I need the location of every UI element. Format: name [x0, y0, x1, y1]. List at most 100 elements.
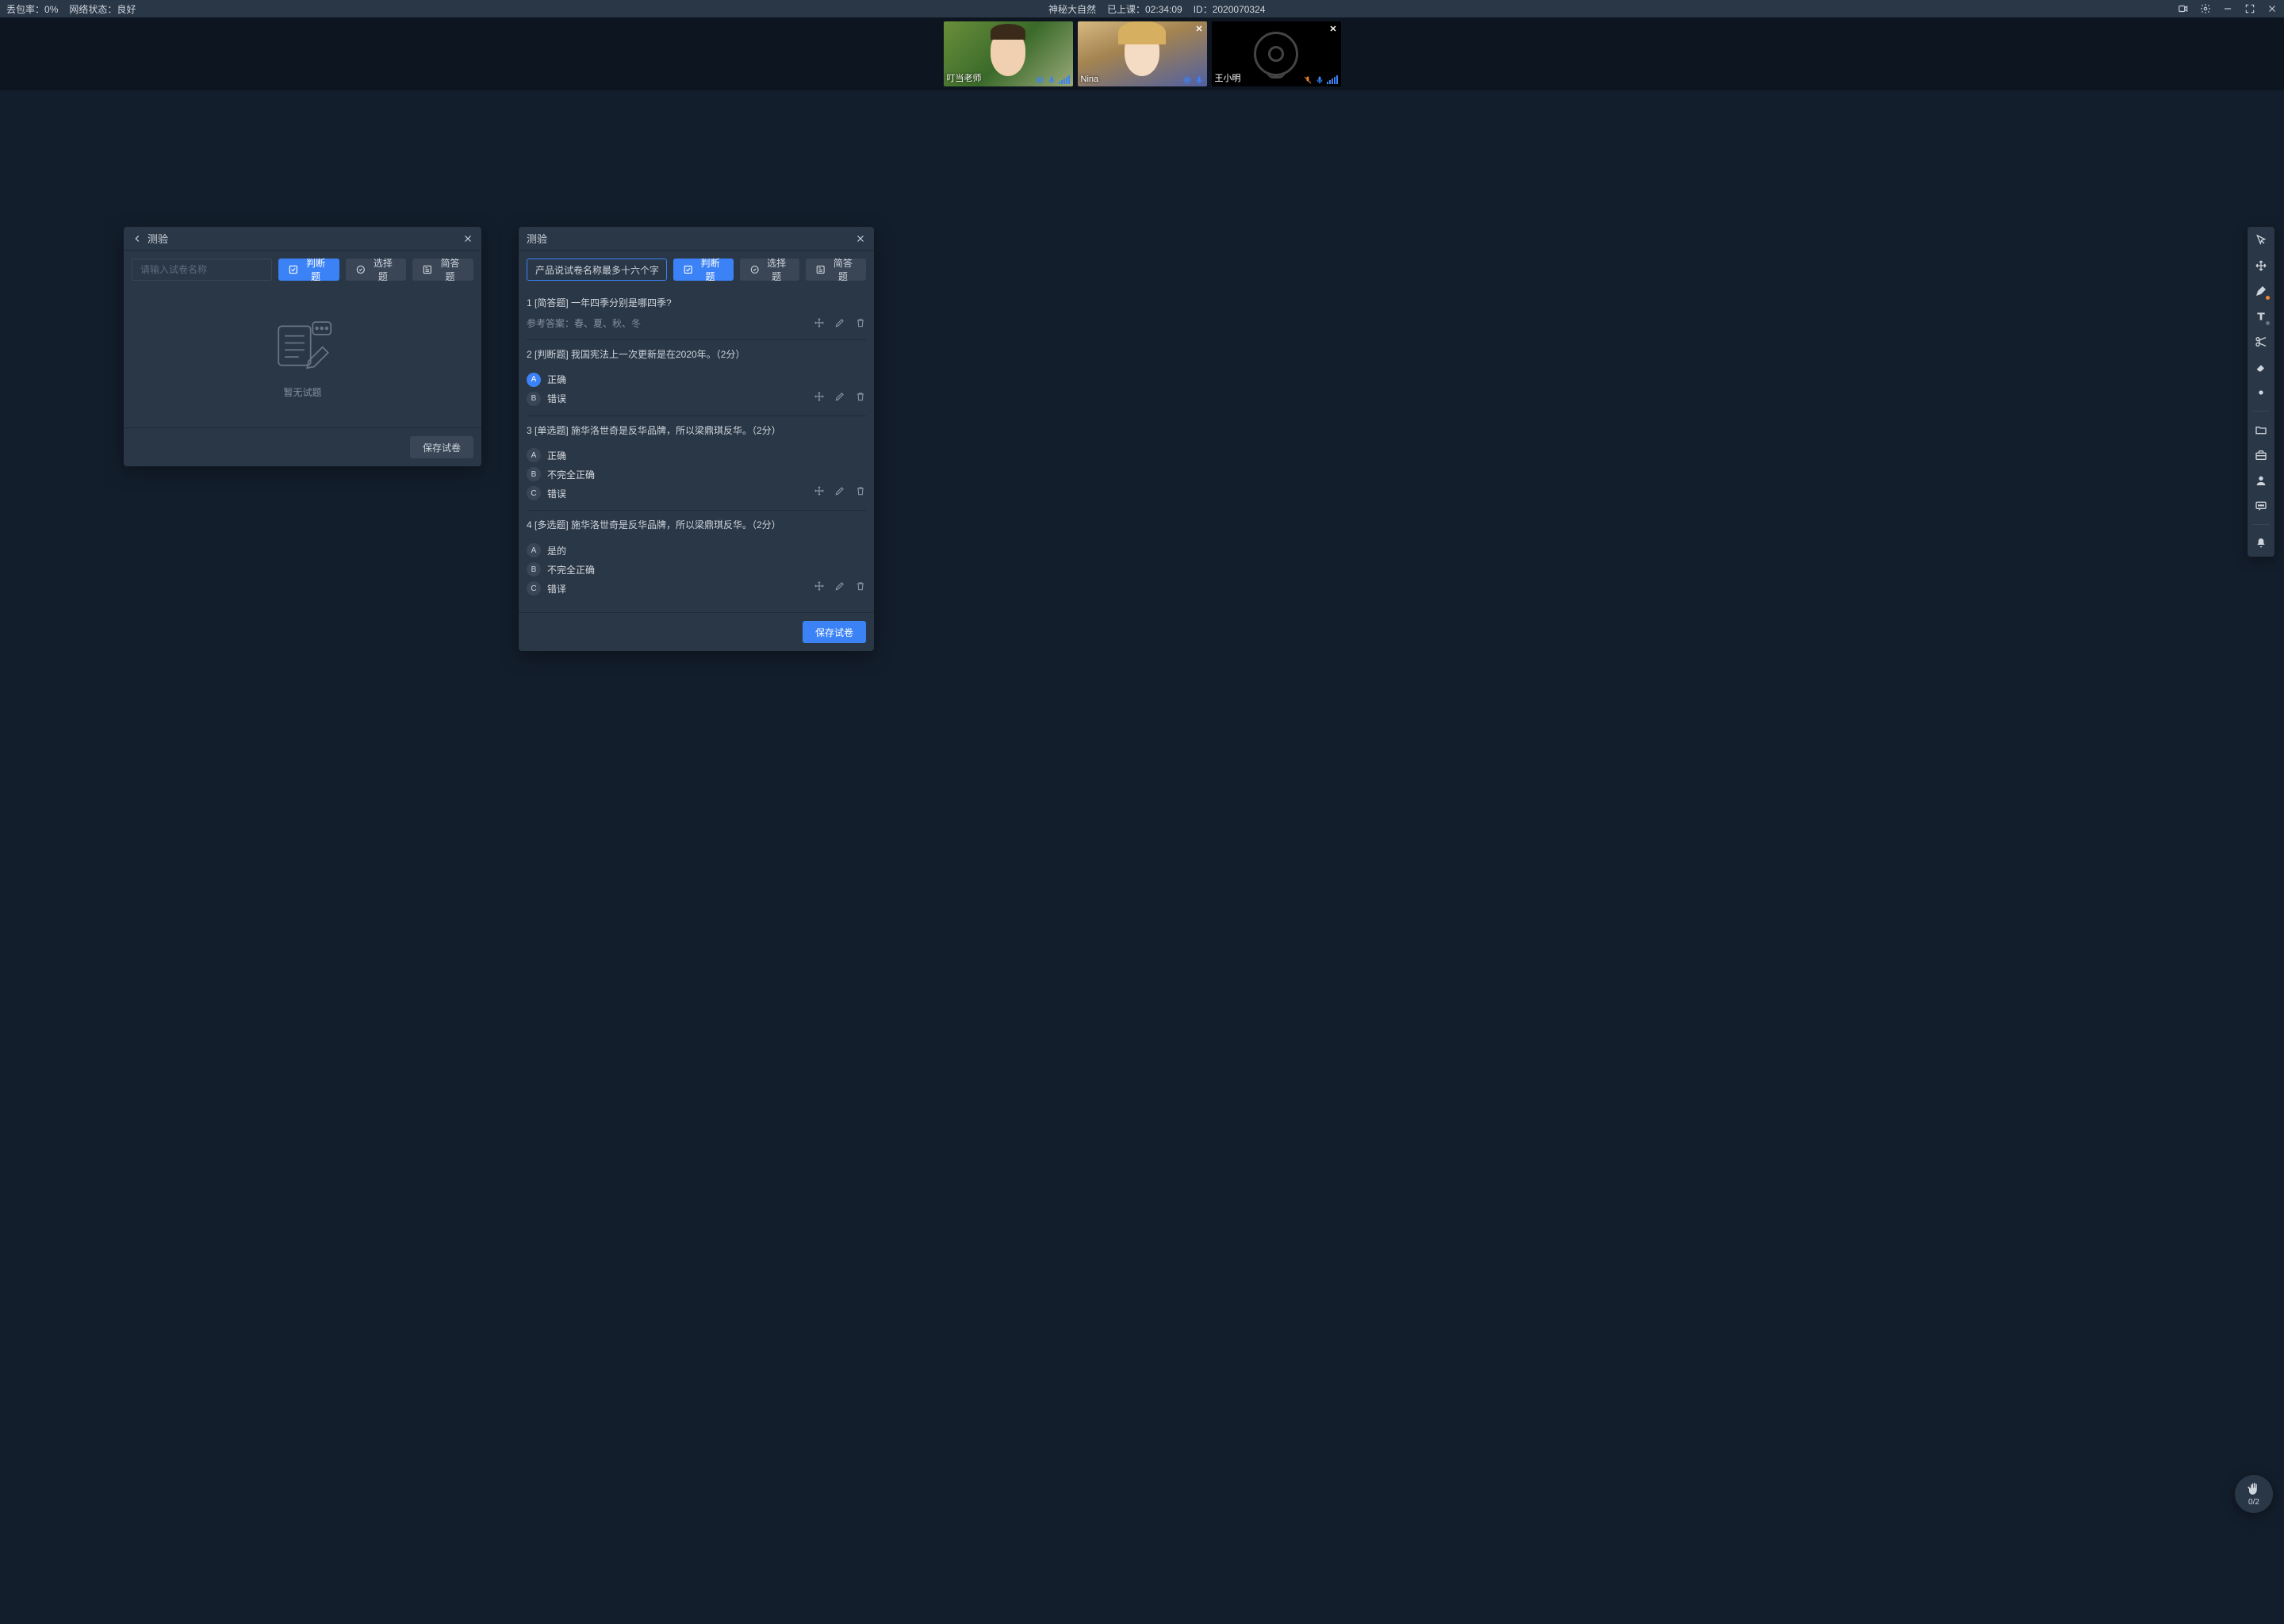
panel-title: 测验	[148, 231, 462, 246]
video-tile-teacher[interactable]: 叮当老师	[944, 21, 1073, 86]
mic-icon	[1047, 75, 1056, 84]
quiz-panel-filled: 测验 判断题 选择题 简答题 1 [简答题] 一年四季分别是哪四季?参考答案：春…	[519, 227, 874, 651]
edit-icon[interactable]	[834, 580, 845, 592]
save-quiz-button[interactable]: 保存试卷	[410, 436, 473, 458]
bell-icon[interactable]	[2254, 536, 2268, 550]
question-title: 1 [简答题] 一年四季分别是哪四季?	[527, 297, 866, 310]
minimize-icon[interactable]	[2222, 3, 2233, 14]
choice-type-button[interactable]: 选择题	[346, 259, 407, 281]
question-option[interactable]: B 不完全正确	[527, 467, 595, 481]
panel-close-icon[interactable]	[855, 233, 866, 244]
option-badge: B	[527, 562, 541, 576]
quiz-panel-empty: 测验 判断题 选择题 简答题 暂无试题 保存试卷	[124, 227, 481, 466]
signal-icon	[1327, 75, 1338, 84]
user-icon[interactable]	[2254, 473, 2268, 488]
video-name: 叮当老师	[947, 71, 982, 84]
option-text: 正确	[547, 449, 566, 462]
delete-icon[interactable]	[855, 391, 866, 402]
network-status: 网络状态：良好	[69, 2, 136, 16]
signal-icon	[1059, 75, 1070, 84]
packet-loss: 丢包率：0%	[6, 2, 58, 16]
option-badge: A	[527, 543, 541, 557]
option-badge: B	[527, 392, 541, 406]
question-item: 1 [简答题] 一年四季分别是哪四季?参考答案：春、夏、秋、冬	[527, 289, 866, 340]
close-icon[interactable]	[2267, 3, 2278, 14]
empty-state: 暂无试题	[124, 289, 481, 427]
toolbox-icon[interactable]	[2254, 448, 2268, 462]
video-name: Nina	[1081, 75, 1099, 84]
back-icon[interactable]	[132, 233, 143, 244]
delete-icon[interactable]	[855, 580, 866, 592]
option-text: 不完全正确	[547, 563, 595, 576]
question-option[interactable]: A正确	[527, 373, 566, 387]
option-text: 是的	[547, 544, 566, 557]
video-name: 王小明	[1215, 71, 1241, 84]
pen-tool-icon[interactable]	[2254, 284, 2268, 298]
quiz-title-input[interactable]	[527, 259, 667, 281]
eraser-tool-icon[interactable]	[2254, 360, 2268, 374]
record-icon[interactable]	[2178, 3, 2189, 14]
question-title: 4 [多选题] 施华洛世奇是反华品牌，所以梁鼎琪反华。（2分）	[527, 519, 866, 532]
scissors-tool-icon[interactable]	[2254, 335, 2268, 349]
folder-icon[interactable]	[2254, 423, 2268, 437]
option-badge: A	[527, 373, 541, 387]
top-bar: 丢包率：0% 网络状态：良好 神秘大自然 已上课：02:34:09 ID：202…	[0, 0, 2284, 17]
question-item: 4 [多选题] 施华洛世奇是反华品牌，所以梁鼎琪反华。（2分） A 是的 B 不完全正确…	[527, 511, 866, 605]
short-answer-type-button[interactable]: 简答题	[412, 259, 473, 281]
class-title: 神秘大自然	[1048, 2, 1096, 16]
video-tile-student[interactable]: Nina	[1078, 21, 1207, 86]
question-option[interactable]: C错误	[527, 486, 566, 500]
edit-icon[interactable]	[834, 317, 845, 328]
option-badge: A	[527, 448, 541, 462]
move-icon[interactable]	[814, 580, 825, 592]
question-option[interactable]: B 不完全正确	[527, 562, 595, 576]
side-toolbar	[2248, 227, 2274, 557]
delete-icon[interactable]	[855, 485, 866, 496]
mic-muted-icon	[1303, 75, 1313, 84]
move-icon[interactable]	[814, 317, 825, 328]
delete-icon[interactable]	[855, 317, 866, 328]
mic-icon	[1315, 75, 1324, 84]
question-item: 2 [判断题] 我国宪法上一次更新是在2020年。（2分）A正确B错误	[527, 340, 866, 416]
hand-raise-count: 0/2	[2248, 1498, 2259, 1507]
camera-off-icon	[1254, 32, 1298, 76]
fullscreen-icon[interactable]	[2244, 3, 2255, 14]
tile-close-icon[interactable]	[1328, 23, 1338, 33]
video-tile-student[interactable]: 王小明	[1212, 21, 1341, 86]
edit-icon[interactable]	[834, 391, 845, 402]
question-option[interactable]: A 是的	[527, 543, 566, 557]
short-answer-type-button[interactable]: 简答题	[806, 259, 866, 281]
chat-icon[interactable]	[2254, 499, 2268, 513]
question-title: 3 [单选题] 施华洛世奇是反华品牌，所以梁鼎琪反华。（2分）	[527, 424, 866, 438]
option-text: 错误	[547, 392, 566, 405]
camera-icon	[1035, 75, 1044, 84]
move-tool-icon[interactable]	[2254, 259, 2268, 273]
panel-close-icon[interactable]	[462, 233, 473, 244]
edit-icon[interactable]	[834, 485, 845, 496]
question-item: 3 [单选题] 施华洛世奇是反华品牌，所以梁鼎琪反华。（2分） A 正确 B 不完全正确…	[527, 416, 866, 511]
panel-title: 测验	[527, 231, 855, 246]
question-option[interactable]: B 错误	[527, 392, 566, 406]
empty-text: 暂无试题	[283, 385, 321, 399]
video-strip: 叮当老师 Nina 王小明	[0, 17, 2284, 90]
option-badge: B	[527, 467, 541, 481]
judge-type-button[interactable]: 判断题	[673, 259, 734, 281]
hand-raise-button[interactable]: 0/2	[2235, 1475, 2273, 1513]
move-icon[interactable]	[814, 485, 825, 496]
move-icon[interactable]	[814, 391, 825, 402]
tile-close-icon[interactable]	[1194, 23, 1204, 33]
save-quiz-button[interactable]: 保存试卷	[803, 621, 866, 643]
text-tool-icon[interactable]	[2254, 309, 2268, 324]
settings-icon[interactable]	[2200, 3, 2211, 14]
quiz-title-input[interactable]	[132, 259, 272, 281]
choice-type-button[interactable]: 选择题	[740, 259, 800, 281]
option-badge: C	[527, 581, 541, 596]
laser-tool-icon[interactable]	[2254, 385, 2268, 400]
question-option[interactable]: A 正确	[527, 448, 566, 462]
session-id: ID：2020070324	[1194, 2, 1266, 16]
option-text: 错误	[547, 487, 566, 500]
judge-type-button[interactable]: 判断题	[278, 259, 339, 281]
pointer-tool-icon[interactable]	[2254, 233, 2268, 247]
question-option[interactable]: C错译	[527, 581, 566, 596]
option-text: 不完全正确	[547, 468, 595, 481]
